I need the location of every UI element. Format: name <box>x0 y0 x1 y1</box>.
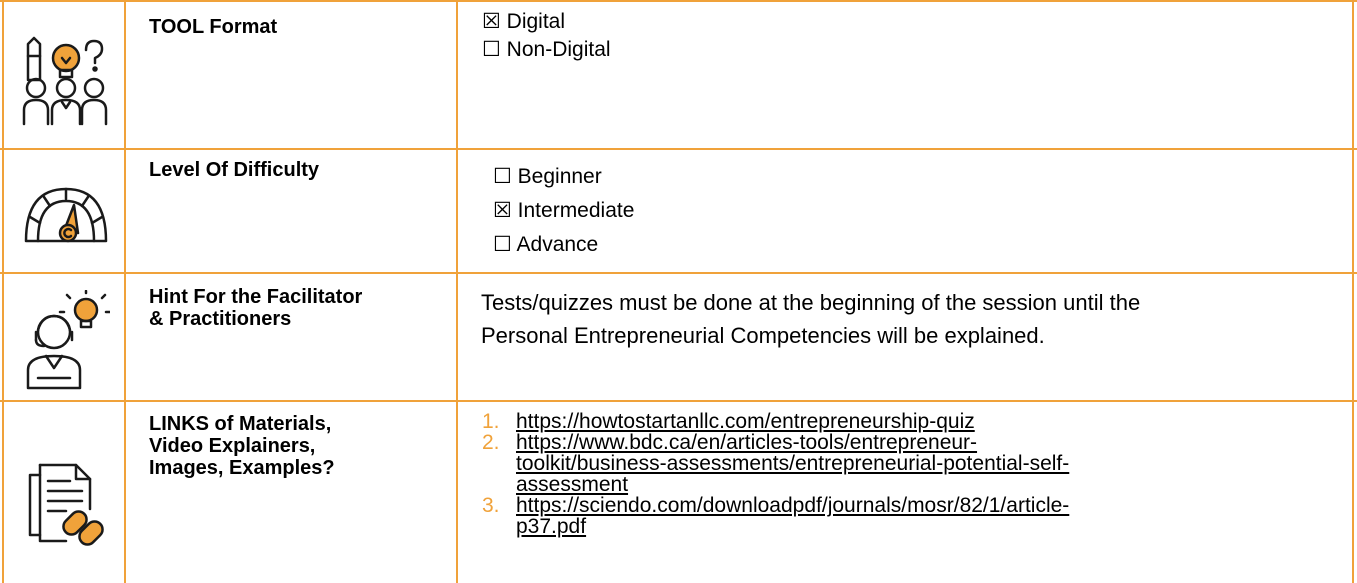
difficulty-label: Level Of Difficulty <box>149 159 320 181</box>
difficulty-gauge-icon <box>24 185 108 245</box>
option-digital[interactable]: ☒ Digital <box>482 8 611 36</box>
option-label: Non-Digital <box>506 38 611 61</box>
difficulty-options: ☐ Beginner ☒ Intermediate ☐ Advance <box>493 160 634 262</box>
facilitator-idea-icon <box>24 290 110 390</box>
option-advance[interactable]: ☐ Advance <box>493 228 634 262</box>
hint-text: Tests/quizzes must be done at the beginn… <box>481 290 1141 348</box>
row-divider <box>0 272 1357 274</box>
info-table: TOOL Format ☒ Digital ☐ Non-Digital Leve… <box>0 0 1357 583</box>
empty-box-icon: ☐ <box>493 233 512 256</box>
row-divider <box>0 148 1357 150</box>
list-item: 1. https://howtostartanllc.com/entrepren… <box>482 411 1069 432</box>
link-sciendo-article[interactable]: https://sciendo.com/downloadpdf/journals… <box>516 495 1069 537</box>
option-label: Digital <box>506 10 566 33</box>
links-list: 1. https://howtostartanllc.com/entrepren… <box>482 411 1069 537</box>
list-item: 3. https://sciendo.com/downloadpdf/journ… <box>482 495 1069 537</box>
hint-label: Hint For the Facilitator & Practitioners <box>149 286 363 330</box>
links-label: LINKS of Materials, Video Explainers, Im… <box>149 413 335 479</box>
list-item: 2. https://www.bdc.ca/en/articles-tools/… <box>482 432 1069 495</box>
list-number: 2. <box>482 431 500 454</box>
column-divider <box>124 0 126 583</box>
empty-box-icon: ☐ <box>482 38 501 61</box>
option-non-digital[interactable]: ☐ Non-Digital <box>482 36 611 64</box>
table-border-top <box>0 0 1357 2</box>
people-lightbulb-question-icon <box>22 36 108 126</box>
tool-format-options: ☒ Digital ☐ Non-Digital <box>482 8 611 64</box>
list-number: 3. <box>482 494 500 517</box>
document-link-icon <box>26 463 110 547</box>
tool-format-label: TOOL Format <box>149 16 278 38</box>
row-divider <box>0 400 1357 402</box>
option-beginner[interactable]: ☐ Beginner <box>493 160 634 194</box>
link-bdc-assessment[interactable]: https://www.bdc.ca/en/articles-tools/ent… <box>516 432 1069 495</box>
link-entrepreneurship-quiz[interactable]: https://howtostartanllc.com/entrepreneur… <box>516 411 975 432</box>
column-divider <box>456 0 458 583</box>
option-label: Intermediate <box>517 199 635 222</box>
column-divider <box>1352 0 1354 583</box>
checked-box-icon: ☒ <box>493 199 512 222</box>
empty-box-icon: ☐ <box>493 165 512 188</box>
option-label: Beginner <box>517 165 602 188</box>
checked-box-icon: ☒ <box>482 10 501 33</box>
option-label: Advance <box>516 233 599 256</box>
list-number: 1. <box>482 410 500 433</box>
column-divider <box>2 0 4 583</box>
option-intermediate[interactable]: ☒ Intermediate <box>493 194 634 228</box>
